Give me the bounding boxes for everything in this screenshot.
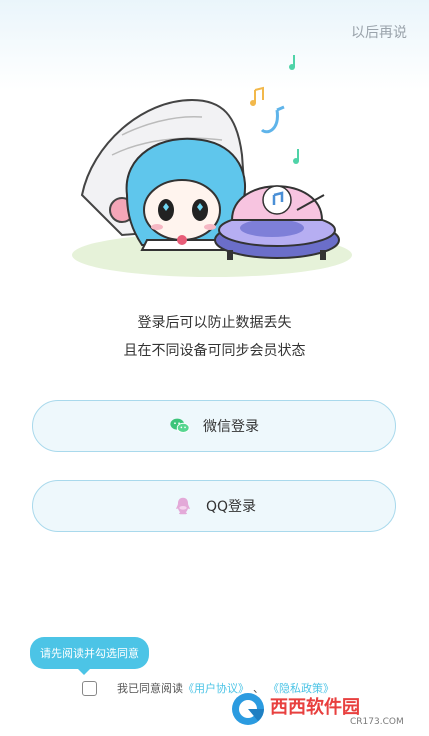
- skip-login-link[interactable]: 以后再说: [351, 22, 407, 42]
- svg-text:西西软件园: 西西软件园: [270, 696, 360, 718]
- qq-icon: [176, 497, 190, 515]
- login-description-line-1: 登录后可以防止数据丢失: [137, 315, 292, 331]
- qq-login-button[interactable]: QQ登录: [32, 480, 396, 532]
- wechat-icon: [170, 418, 190, 433]
- wechat-login-label: 微信登录: [203, 419, 259, 435]
- agreement-checkbox[interactable]: [82, 680, 97, 696]
- svg-text:CR173.COM: CR173.COM: [350, 717, 404, 727]
- login-description-line-2: 且在不同设备可同步会员状态: [123, 343, 306, 359]
- watermark-logo: 西西软件园 CR173.COM: [232, 693, 404, 727]
- agreement-prefix: 我已同意阅读: [117, 682, 183, 695]
- wechat-login-button[interactable]: 微信登录: [32, 400, 396, 452]
- qq-login-label: QQ登录: [205, 499, 257, 515]
- mascot-illustration: [72, 55, 352, 277]
- agreement-tooltip: 请先阅读并勾选同意: [30, 637, 149, 675]
